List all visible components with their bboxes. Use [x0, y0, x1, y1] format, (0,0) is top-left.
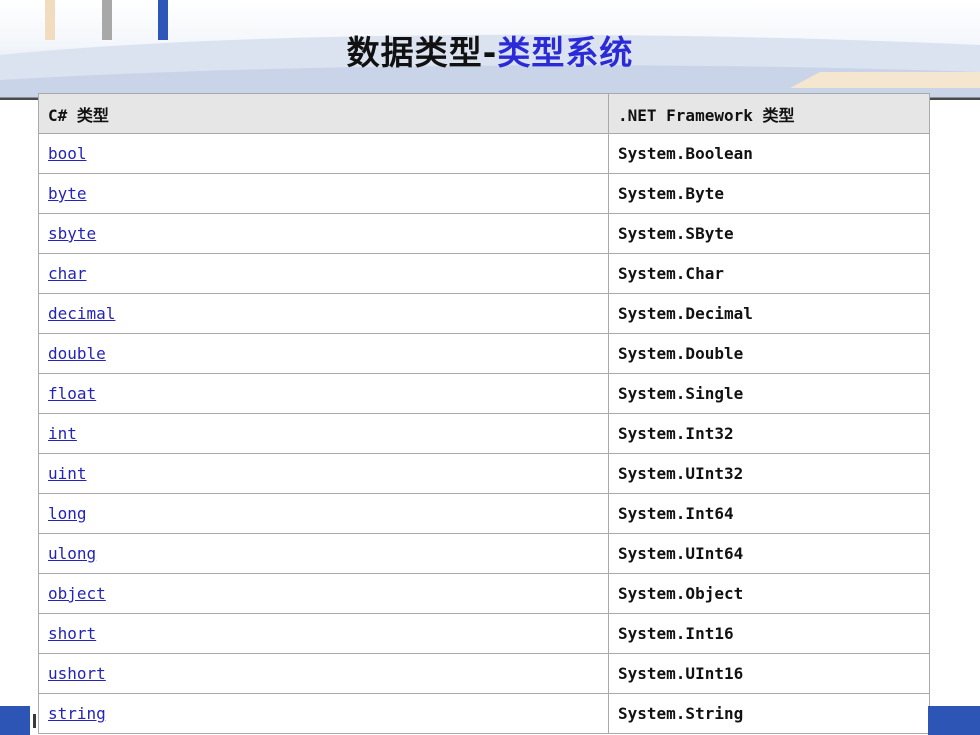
table-row: int System.Int32: [38, 413, 930, 454]
dotnet-type-cell: System.Char: [608, 253, 930, 294]
column-header-dotnet-type: .NET Framework 类型: [608, 93, 930, 134]
csharp-type-link[interactable]: long: [48, 504, 87, 523]
table-row: object System.Object: [38, 573, 930, 614]
table-row: ushort System.UInt16: [38, 653, 930, 694]
dotnet-type-cell: System.Int16: [608, 613, 930, 654]
table-row: float System.Single: [38, 373, 930, 414]
dotnet-type-cell: System.Boolean: [608, 133, 930, 174]
type-mapping-table: C# 类型 .NET Framework 类型 bool System.Bool…: [38, 93, 930, 734]
dotnet-type-cell: System.Double: [608, 333, 930, 374]
table-row: double System.Double: [38, 333, 930, 374]
csharp-type-link[interactable]: short: [48, 624, 96, 643]
slide-header: 数据类型-类型系统: [0, 0, 980, 100]
dotnet-type-cell: System.UInt32: [608, 453, 930, 494]
csharp-type-link[interactable]: int: [48, 424, 77, 443]
csharp-type-cell: sbyte: [38, 213, 609, 254]
csharp-type-link[interactable]: byte: [48, 184, 87, 203]
dotnet-type-cell: System.SByte: [608, 213, 930, 254]
csharp-type-link[interactable]: sbyte: [48, 224, 96, 243]
slide-title-main: 数据类型-: [346, 33, 498, 72]
csharp-type-link[interactable]: ulong: [48, 544, 96, 563]
dotnet-type-cell: System.Decimal: [608, 293, 930, 334]
csharp-type-link[interactable]: object: [48, 584, 106, 603]
csharp-type-cell: uint: [38, 453, 609, 494]
footer-bar-left: [0, 706, 30, 735]
footer-marker: [33, 714, 36, 728]
table-row: bool System.Boolean: [38, 133, 930, 174]
csharp-type-link[interactable]: string: [48, 704, 106, 723]
table-row: byte System.Byte: [38, 173, 930, 214]
csharp-type-link[interactable]: decimal: [48, 304, 115, 323]
csharp-type-cell: ulong: [38, 533, 609, 574]
table-row: char System.Char: [38, 253, 930, 294]
csharp-type-link[interactable]: uint: [48, 464, 87, 483]
dotnet-type-cell: System.UInt16: [608, 653, 930, 694]
csharp-type-cell: long: [38, 493, 609, 534]
table-row: short System.Int16: [38, 613, 930, 654]
csharp-type-link[interactable]: double: [48, 344, 106, 363]
table-row: uint System.UInt32: [38, 453, 930, 494]
slide-title: 数据类型-类型系统: [0, 26, 980, 74]
csharp-type-cell: ushort: [38, 653, 609, 694]
csharp-type-link[interactable]: char: [48, 264, 87, 283]
dotnet-type-cell: System.Byte: [608, 173, 930, 214]
dotnet-type-cell: System.Object: [608, 573, 930, 614]
column-header-csharp-type: C# 类型: [38, 93, 609, 134]
csharp-type-cell: float: [38, 373, 609, 414]
csharp-type-link[interactable]: ushort: [48, 664, 106, 683]
table-header-row: C# 类型 .NET Framework 类型: [38, 93, 930, 134]
table-row: long System.Int64: [38, 493, 930, 534]
csharp-type-link[interactable]: bool: [48, 144, 87, 163]
table-row: decimal System.Decimal: [38, 293, 930, 334]
slide-title-accent: 类型系统: [497, 33, 634, 72]
csharp-type-cell: char: [38, 253, 609, 294]
dotnet-type-cell: System.Single: [608, 373, 930, 414]
csharp-type-link[interactable]: float: [48, 384, 96, 403]
csharp-type-cell: double: [38, 333, 609, 374]
dotnet-type-cell: System.Int64: [608, 493, 930, 534]
csharp-type-cell: byte: [38, 173, 609, 214]
csharp-type-cell: decimal: [38, 293, 609, 334]
csharp-type-cell: short: [38, 613, 609, 654]
dotnet-type-cell: System.UInt64: [608, 533, 930, 574]
table-row: ulong System.UInt64: [38, 533, 930, 574]
table-row: sbyte System.SByte: [38, 213, 930, 254]
csharp-type-cell: object: [38, 573, 609, 614]
footer-bar-right: [928, 706, 980, 735]
csharp-type-cell: int: [38, 413, 609, 454]
csharp-type-cell: bool: [38, 133, 609, 174]
dotnet-type-cell: System.String: [608, 693, 930, 734]
dotnet-type-cell: System.Int32: [608, 413, 930, 454]
table-row: string System.String: [38, 693, 930, 734]
csharp-type-cell: string: [38, 693, 609, 734]
